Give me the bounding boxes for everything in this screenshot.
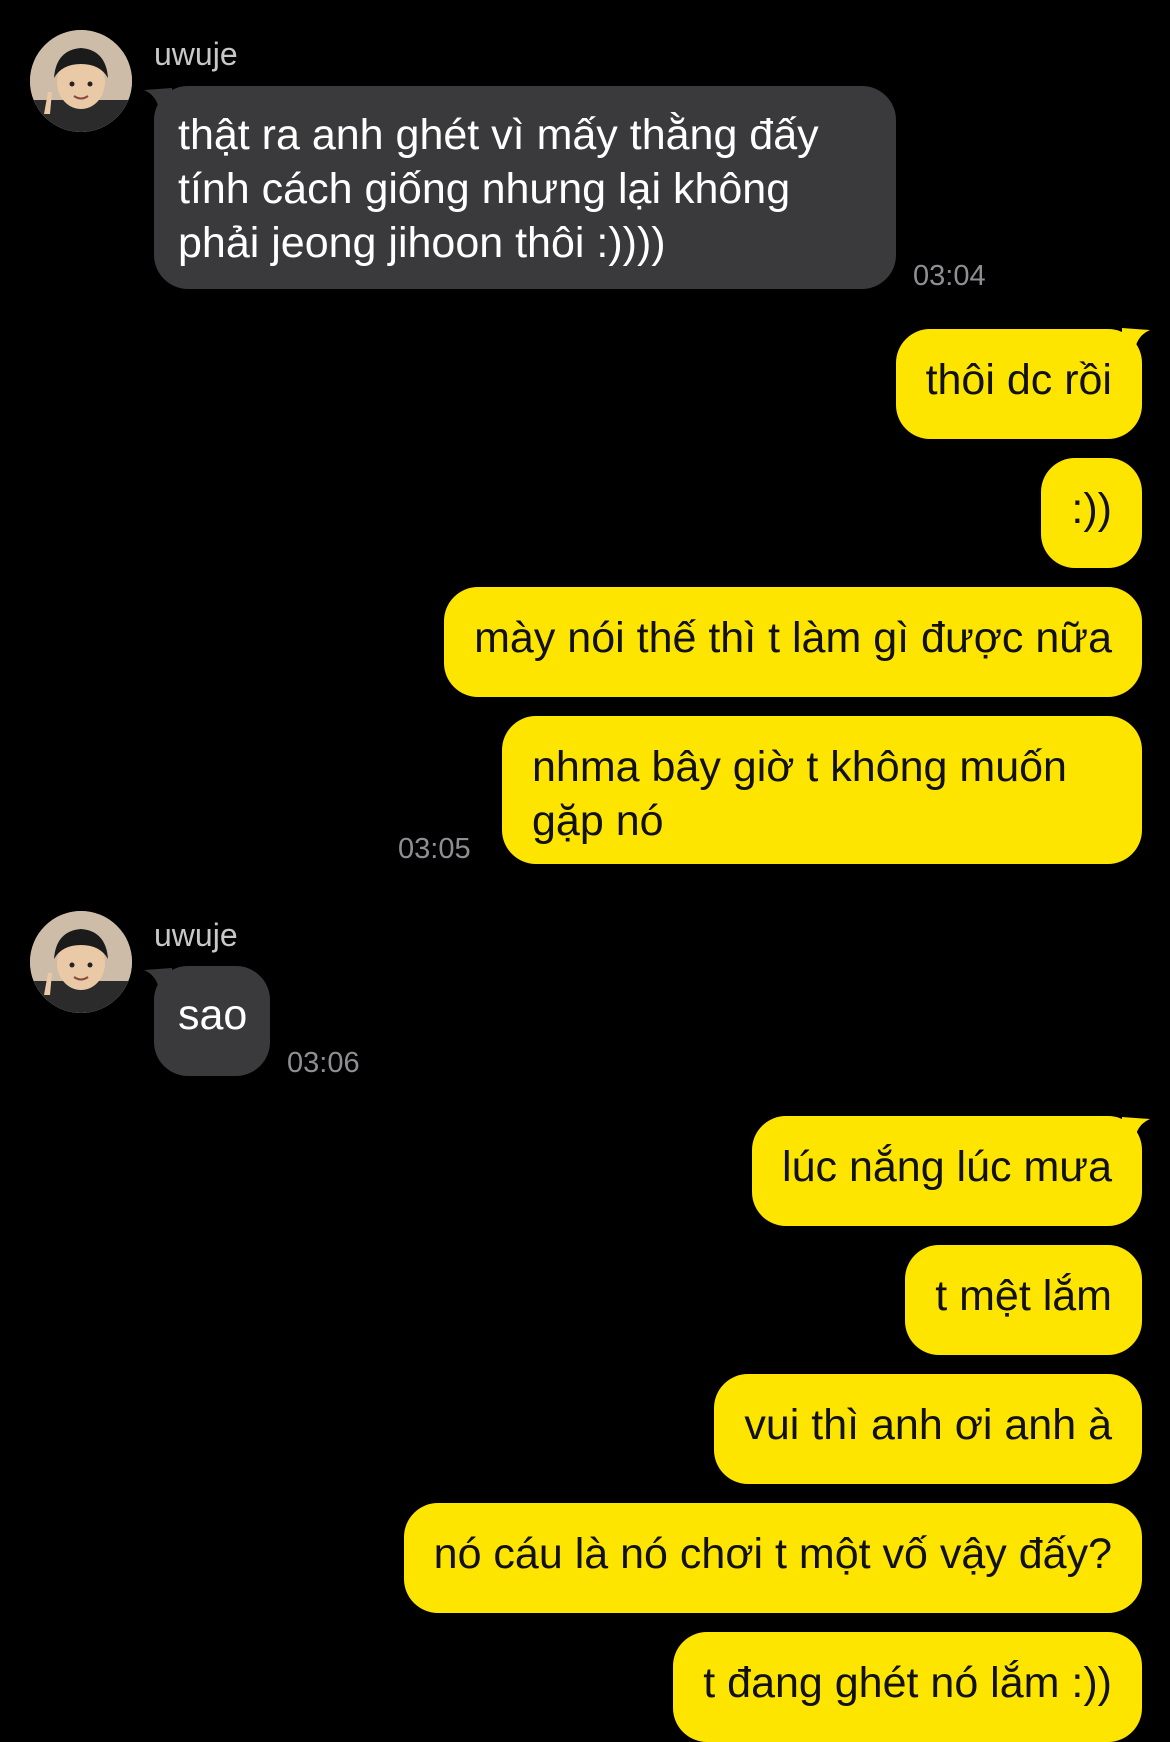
outgoing-message-bubble[interactable]: :)) xyxy=(1041,458,1142,568)
avatar[interactable] xyxy=(30,30,132,132)
message-timestamp: 03:06 xyxy=(287,1047,360,1079)
sender-name: uwuje xyxy=(154,36,238,72)
message-timestamp: 03:05 xyxy=(398,833,471,865)
outgoing-message-bubble[interactable]: t đang ghét nó lắm :)) xyxy=(673,1632,1142,1742)
incoming-message-bubble[interactable]: thật ra anh ghét vì mấy thằng đấy tính c… xyxy=(154,86,896,289)
outgoing-message-bubble[interactable]: mày nói thế thì t làm gì được nữa xyxy=(444,587,1142,697)
avatar-photo-icon xyxy=(30,911,132,1013)
outgoing-message-bubble[interactable]: nó cáu là nó chơi t một vố vậy đấy? xyxy=(403,1503,1142,1613)
outgoing-message-bubble[interactable]: thôi dc rồi xyxy=(895,329,1142,439)
avatar-photo-icon xyxy=(30,30,132,132)
sender-name: uwuje xyxy=(154,917,238,953)
outgoing-message-bubble[interactable]: lúc nắng lúc mưa xyxy=(752,1116,1142,1226)
message-timestamp: 03:04 xyxy=(913,260,986,292)
incoming-message-bubble[interactable]: sao xyxy=(154,966,270,1076)
outgoing-message-bubble[interactable]: vui thì anh ơi anh à xyxy=(714,1374,1142,1484)
outgoing-message-bubble[interactable]: t mệt lắm xyxy=(905,1245,1142,1355)
avatar[interactable] xyxy=(30,911,132,1013)
outgoing-message-bubble[interactable]: nhma bây giờ t không muốn gặp nó xyxy=(502,716,1142,864)
